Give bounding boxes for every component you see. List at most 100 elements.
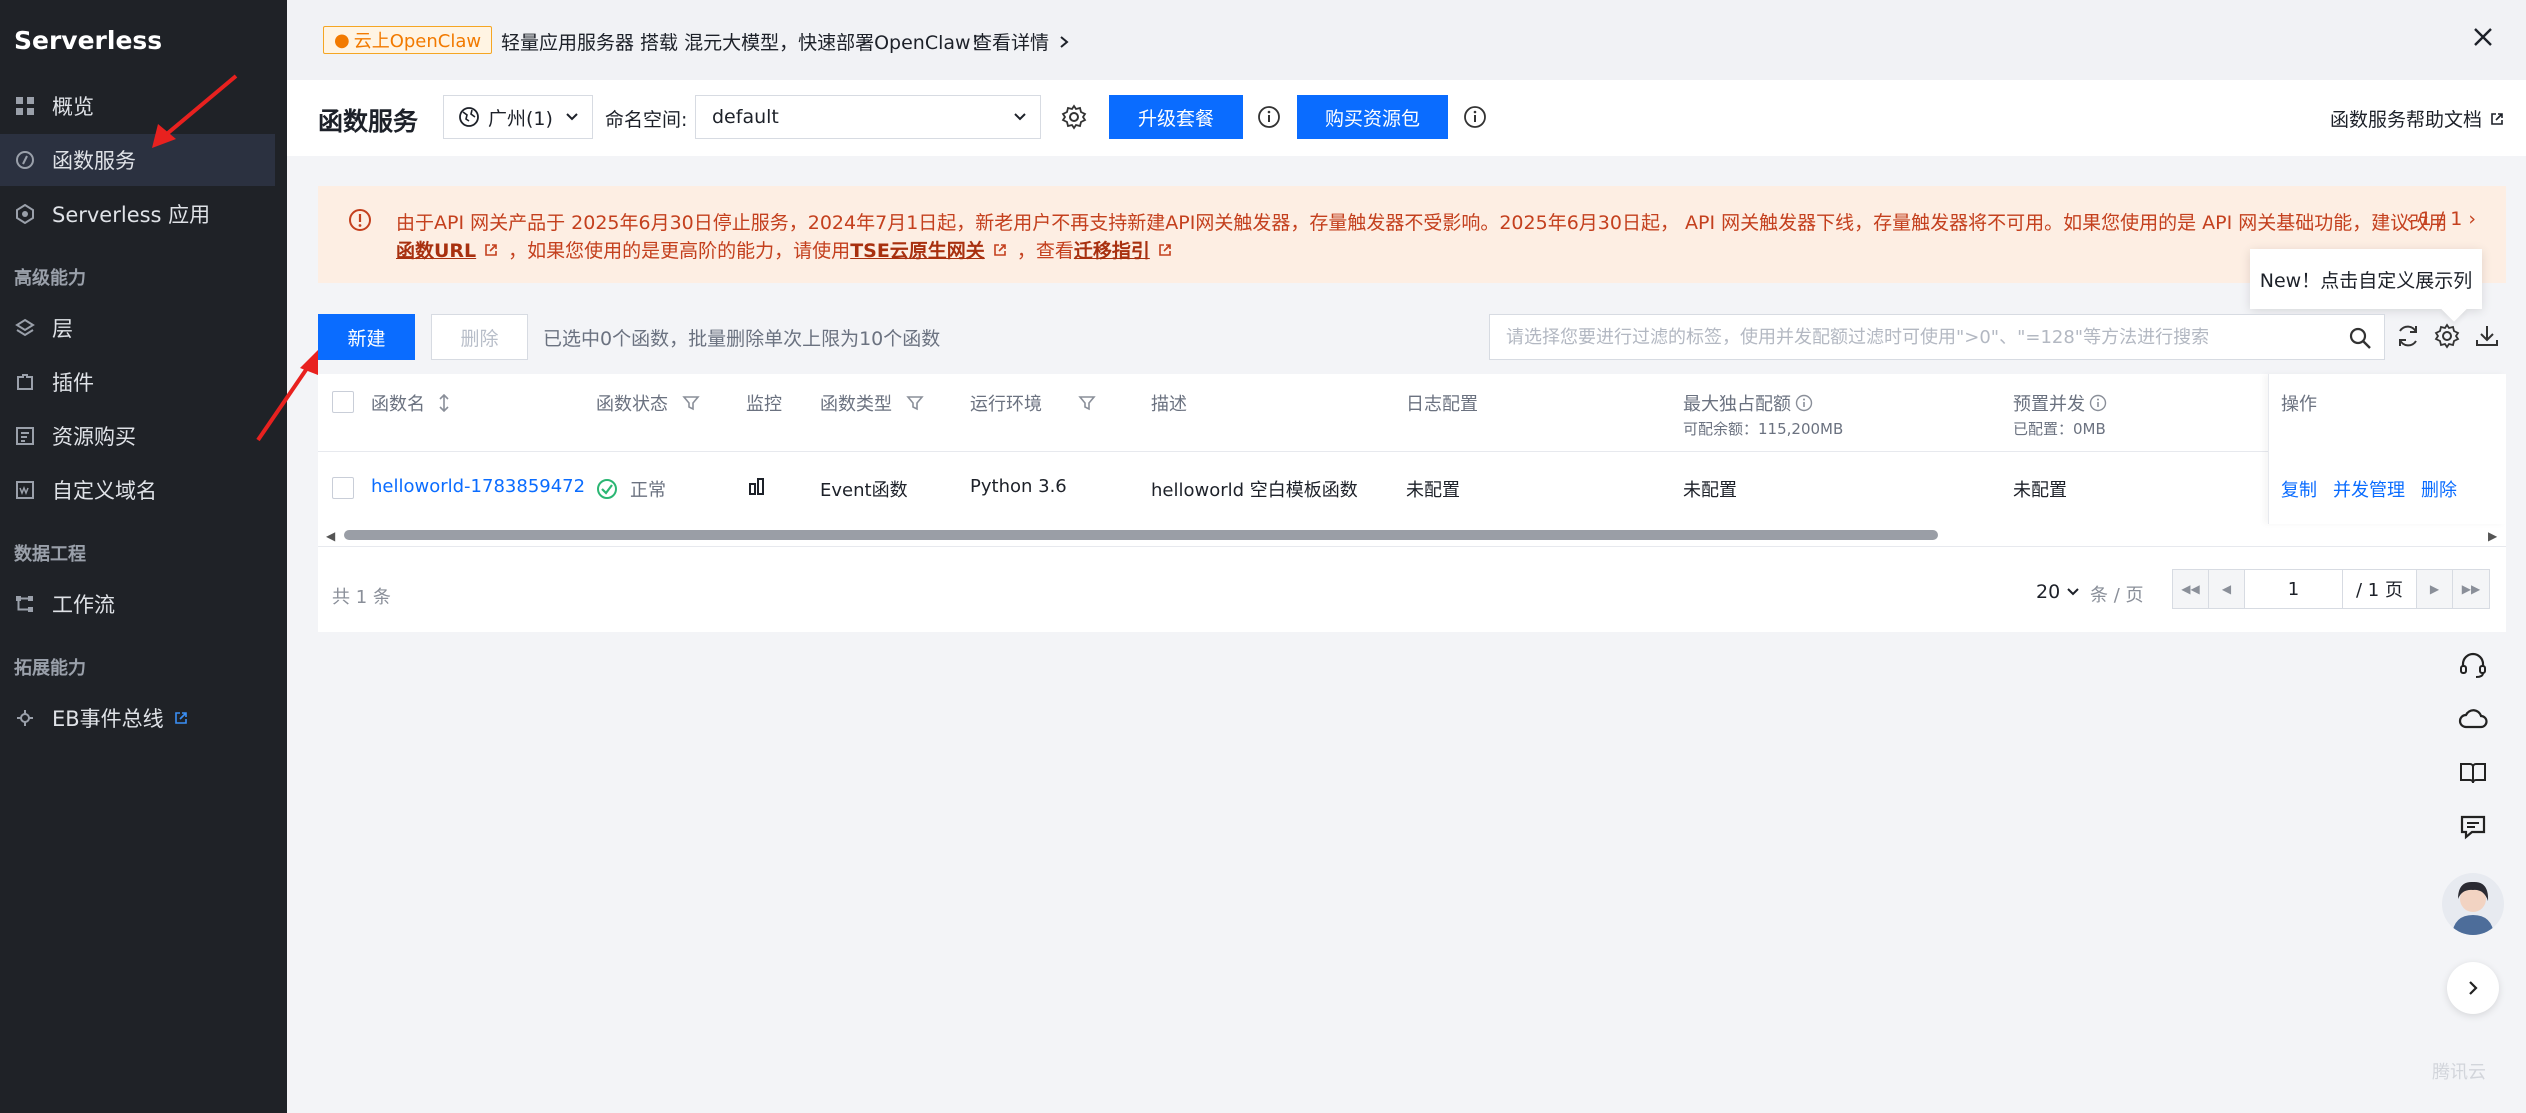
prev-page-icon[interactable]: ◀ [2209, 570, 2245, 608]
col-provisioned-concurrency: 预置并发 已配置：0MB [2013, 390, 2107, 438]
sidebar-item-eventbridge[interactable]: EB事件总线 [0, 692, 275, 744]
ops-actions: 复制 并发管理 删除 [2281, 476, 2457, 502]
function-name-link[interactable]: helloworld-1783859472 [371, 476, 585, 497]
search-icon[interactable] [2348, 326, 2372, 350]
banner-detail-link[interactable]: 查看详情 [973, 28, 1071, 55]
banner-tag-label: 云上OpenClaw [353, 31, 482, 52]
col-max-quota: 最大独占配额 可配余额：115,200MB [1683, 390, 1843, 438]
sort-icon[interactable] [437, 394, 451, 412]
namespace-select[interactable]: default [695, 95, 1041, 139]
chevron-right-icon[interactable]: › [2468, 208, 2476, 230]
region-select[interactable]: 广州(1) [443, 95, 593, 139]
book-icon[interactable] [2458, 758, 2488, 788]
notice-pager[interactable]: ‹ 1 / 1 › [2406, 208, 2476, 230]
col-type[interactable]: 函数类型 [820, 390, 924, 416]
gear-icon[interactable] [1061, 104, 1087, 130]
sidebar-item-label: Serverless 应用 [52, 203, 211, 227]
col-runtime[interactable]: 运行环境 [970, 390, 1096, 416]
globe-icon [459, 107, 479, 127]
plugin-icon [14, 371, 36, 393]
purchase-icon [14, 425, 36, 447]
filter-icon[interactable] [682, 394, 700, 412]
headset-icon[interactable] [2458, 650, 2488, 680]
external-link-icon [174, 712, 187, 724]
info-icon[interactable] [1257, 105, 1281, 129]
sidebar-title: Serverless [14, 26, 163, 55]
new-function-button[interactable]: 新建 [318, 314, 415, 360]
sidebar-item-layers[interactable]: 层 [0, 302, 275, 354]
ops-column: 操作 复制 并发管理 删除 [2268, 374, 2506, 524]
sidebar-item-label: EB事件总线 [52, 707, 164, 731]
next-page-icon[interactable]: ▶ [2417, 570, 2453, 608]
sidebar-section-advanced: 高级能力 [14, 268, 86, 289]
banner-tag[interactable]: ● 云上OpenClaw [323, 26, 493, 54]
sidebar-item-workflow[interactable]: 工作流 [0, 578, 275, 630]
refresh-icon[interactable] [2395, 323, 2421, 349]
table-footer: 共 1 条 20 条 / 页 ◀◀ ◀ 1 / 1 页 ▶ ▶▶ [318, 546, 2506, 632]
function-status: 正常 [596, 476, 666, 502]
chevron-left-icon[interactable]: ‹ [2406, 208, 2414, 230]
last-page-icon[interactable]: ▶▶ [2453, 570, 2489, 608]
sidebar-item-serverless-app[interactable]: Serverless 应用 [0, 188, 275, 240]
concurrency-manage-link[interactable]: 并发管理 [2333, 476, 2405, 502]
delete-button[interactable]: 删除 [431, 314, 528, 360]
function-quota: 未配置 [1683, 480, 1737, 501]
copy-link[interactable]: 复制 [2281, 476, 2317, 502]
namespace-label: 命名空间: [605, 109, 688, 131]
cloud-icon[interactable] [2458, 704, 2488, 734]
select-all-checkbox[interactable] [332, 391, 354, 413]
filter-icon[interactable] [906, 394, 924, 412]
col-monitor: 监控 [746, 394, 782, 415]
scroll-right-icon[interactable]: ▶ [2488, 529, 2497, 543]
pagination: ◀◀ ◀ 1 / 1 页 ▶ ▶▶ [2172, 569, 2490, 609]
delete-link[interactable]: 删除 [2421, 476, 2457, 502]
info-icon[interactable] [2089, 394, 2107, 412]
page-number-input[interactable]: 1 [2245, 570, 2343, 608]
sidebar-item-custom-domain[interactable]: 自定义域名 [0, 464, 275, 516]
col-status[interactable]: 函数状态 [596, 390, 700, 416]
assistant-avatar[interactable] [2442, 873, 2504, 935]
banner-text: 轻量应用服务器 搭载 混元大模型，快速部署OpenClaw！ [501, 32, 990, 54]
sidebar-item-label: 工作流 [52, 593, 115, 617]
scroll-left-icon[interactable]: ◀ [326, 529, 335, 543]
col-name[interactable]: 函数名 [371, 390, 451, 416]
sidebar-item-plugins[interactable]: 插件 [0, 356, 275, 408]
horizontal-scrollbar[interactable]: ◀ ▶ [318, 526, 2506, 544]
download-icon[interactable] [2474, 323, 2500, 349]
help-doc-label: 函数服务帮助文档 [2329, 109, 2482, 131]
row-checkbox[interactable] [332, 477, 354, 499]
tse-gateway-link[interactable]: TSE云原生网关 [850, 236, 985, 263]
first-page-icon[interactable]: ◀◀ [2173, 570, 2209, 608]
search-input[interactable] [1490, 315, 2320, 359]
function-type: Event函数 [820, 480, 908, 501]
info-icon[interactable] [1463, 105, 1487, 129]
filter-icon[interactable] [1078, 394, 1096, 412]
search-box[interactable] [1489, 314, 2385, 360]
chevron-down-icon [566, 113, 578, 121]
sidebar-item-functions[interactable]: 函数服务 [0, 134, 275, 186]
close-icon[interactable] [2468, 24, 2498, 54]
page-size-select[interactable]: 20 [2036, 581, 2080, 603]
notice-text-second: 函数URL ，如果您使用的是更高阶的能力，请使用 TSE云原生网关 ，查看 迁移… [396, 236, 1182, 263]
sidebar-item-purchase[interactable]: 资源购买 [0, 410, 275, 462]
settings-icon[interactable] [2434, 323, 2460, 349]
scroll-thumb[interactable] [344, 530, 1938, 540]
page-title: 函数服务 [318, 107, 419, 136]
upgrade-button[interactable]: 升级套餐 [1109, 95, 1243, 139]
migration-guide-link[interactable]: 迁移指引 [1074, 236, 1150, 263]
external-link-icon [485, 243, 497, 256]
api-gateway-notice: 由于API 网关产品于 2025年6月30日停止服务，2024年7月1日起，新老… [318, 186, 2506, 283]
sidebar-item-overview[interactable]: 概览 [0, 80, 275, 132]
notice-text: 由于API 网关产品于 2025年6月30日停止服务，2024年7月1日起，新老… [396, 212, 2448, 234]
help-doc-link[interactable]: 函数服务帮助文档 [2330, 105, 2504, 132]
info-icon[interactable] [1795, 394, 1813, 412]
monitor-icon[interactable] [748, 476, 766, 496]
feedback-icon[interactable] [2458, 812, 2488, 842]
buy-package-button[interactable]: 购买资源包 [1297, 95, 1448, 139]
function-url-link[interactable]: 函数URL [396, 236, 476, 263]
sidebar: Serverless 概览 函数服务 Serverless 应用 高级能力 层 … [0, 0, 287, 1113]
custom-columns-tooltip: New！点击自定义展示列 [2250, 249, 2482, 309]
region-value: 广州(1) [488, 107, 553, 130]
sidebar-item-label: 函数服务 [52, 149, 136, 173]
chevron-right-icon[interactable] [2447, 962, 2499, 1014]
